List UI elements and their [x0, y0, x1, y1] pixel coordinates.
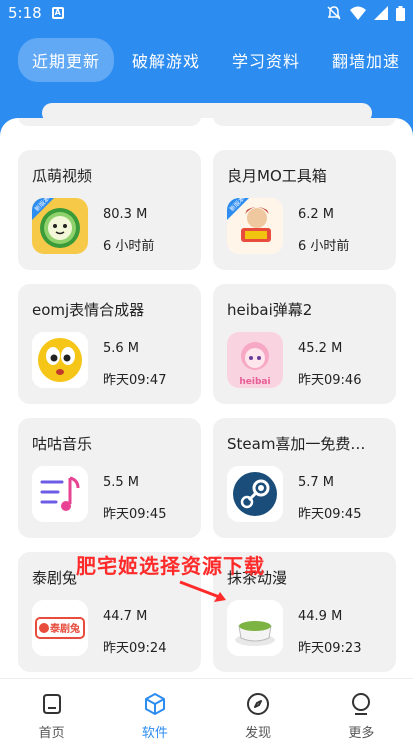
app-card[interactable]: Steam喜加一免费… 5.7 M 昨天09:45: [213, 418, 396, 538]
annotation-arrow-icon: [179, 580, 226, 602]
more-icon: [352, 692, 371, 715]
app-size: 5.6 M: [103, 341, 140, 356]
battery-icon: [396, 5, 405, 21]
emoji-icon: [32, 332, 88, 388]
app-size: 45.2 M: [298, 341, 343, 356]
app-card[interactable]: heibai弹幕2 heibai 45.2 M 昨天09:46: [213, 284, 396, 404]
nav-discover[interactable]: 发现: [218, 692, 298, 741]
app-name: 良月MO工具箱: [227, 167, 327, 185]
box-icon: [144, 692, 165, 715]
app-card[interactable]: 良月MO工具箱 新版本 6.2 M 6 小时前: [213, 150, 396, 270]
nav-software[interactable]: 软件: [115, 692, 195, 741]
app-size: 44.7 M: [103, 609, 148, 624]
category-tabs: 近期更新 破解游戏 学习资料 翻墙加速 ß: [0, 36, 413, 84]
nav-discover-label: 发现: [245, 725, 272, 741]
app-size: 80.3 M: [103, 207, 148, 222]
app-update-time: 昨天09:47: [103, 373, 167, 388]
watermelon-icon: 新版本: [32, 198, 88, 254]
tab-vpn-acceleration[interactable]: 翻墙加速: [318, 38, 413, 82]
app-update-time: 昨天09:23: [298, 641, 362, 656]
tai-drama-icon: 泰剧兔: [32, 600, 88, 656]
nav-more[interactable]: 更多: [321, 692, 401, 741]
anime-girl-icon: heibai: [227, 332, 283, 388]
signal-icon: [374, 6, 388, 20]
app-size: 5.5 M: [103, 475, 140, 490]
app-size: 44.9 M: [298, 609, 343, 624]
app-update-time: 昨天09:45: [103, 507, 167, 522]
app-update-time: 昨天09:46: [298, 373, 362, 388]
status-time: 5:18: [8, 4, 42, 22]
tab-recent-updates[interactable]: 近期更新: [18, 38, 115, 82]
music-note-icon: [32, 466, 88, 522]
compass-icon: [247, 692, 270, 715]
partial-card-right: [213, 118, 396, 126]
tab-cracked-games[interactable]: 破解游戏: [118, 38, 214, 82]
app-size: 6.2 M: [298, 207, 335, 222]
app-size: 5.7 M: [298, 475, 335, 490]
app-card[interactable]: 瓜萌视频 新版本 80.3 M 6 小时前: [18, 150, 201, 270]
app-card[interactable]: eomj表情合成器 5.6 M 昨天09:47: [18, 284, 201, 404]
nav-software-label: 软件: [141, 725, 168, 741]
app-update-time: 6 小时前: [298, 239, 350, 254]
annotation-text: 肥宅姬选择资源下载: [76, 554, 265, 578]
nav-more-label: 更多: [348, 725, 375, 741]
toolbox-icon: 新版本: [227, 198, 283, 254]
steam-icon: [227, 466, 283, 522]
app-name: 咕咕音乐: [32, 435, 93, 453]
app-name: eomj表情合成器: [32, 301, 145, 319]
app-card[interactable]: 咕咕音乐 5.5 M 昨天09:45: [18, 418, 201, 538]
nav-home-label: 首页: [38, 725, 65, 741]
notification-a-icon: A: [51, 7, 64, 19]
app-name: heibai弹幕2: [227, 301, 313, 319]
status-icons: [326, 5, 405, 21]
nav-home[interactable]: 首页: [12, 692, 92, 741]
partial-card-left: [18, 118, 201, 126]
wifi-icon: [350, 6, 366, 20]
app-name: 瓜萌视频: [32, 167, 93, 185]
app-name: Steam喜加一免费…: [227, 435, 366, 453]
matcha-cup-icon: [227, 600, 283, 656]
tab-learning-materials[interactable]: 学习资料: [218, 38, 314, 82]
app-update-time: 昨天09:45: [298, 507, 362, 522]
status-bar: 5:18 A: [0, 0, 413, 26]
heibai-logo-text: heibai: [239, 377, 270, 387]
app-update-time: 6 小时前: [103, 239, 155, 254]
home-icon: [42, 693, 61, 714]
tai-drama-logo-text: 泰剧兔: [49, 622, 80, 635]
mute-bell-icon: [327, 6, 341, 20]
bottom-navigation: 首页 软件 发现 更多: [0, 678, 413, 753]
app-update-time: 昨天09:24: [103, 641, 167, 656]
